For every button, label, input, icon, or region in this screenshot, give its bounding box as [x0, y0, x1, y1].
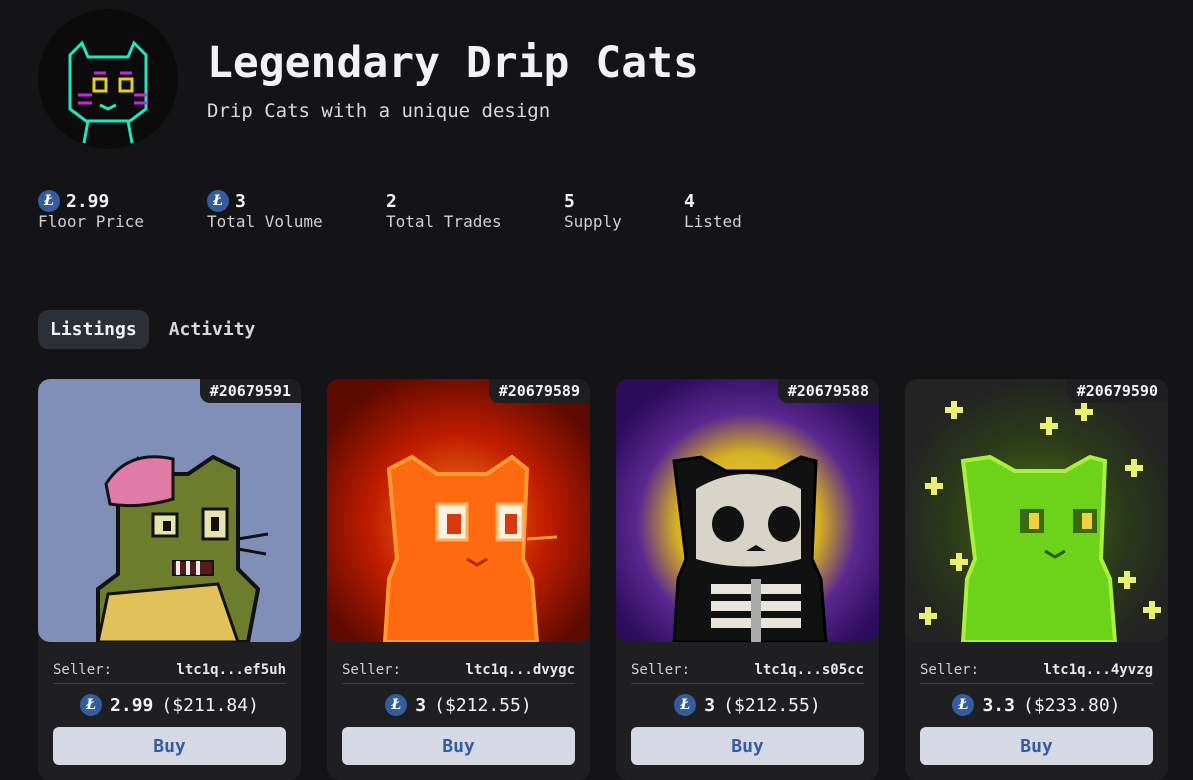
- listing-card[interactable]: #20679588 Seller: ltc1q...s05cc Ł 3 ($21…: [616, 379, 879, 780]
- litecoin-icon: Ł: [674, 694, 697, 716]
- stat-supply: 5 Supply: [564, 190, 622, 232]
- seller-row: Seller: ltc1q...s05cc: [631, 657, 864, 684]
- seller-address[interactable]: ltc1q...s05cc: [754, 662, 864, 678]
- litecoin-icon: Ł: [207, 190, 229, 212]
- stat-value: 3: [235, 190, 246, 212]
- page-subtitle: Drip Cats with a unique design: [207, 100, 551, 122]
- fire-cat-icon: [327, 379, 590, 642]
- page-title: Legendary Drip Cats: [207, 38, 699, 88]
- stat-value: 2.99: [66, 190, 110, 212]
- tab-activity[interactable]: Activity: [157, 310, 268, 349]
- collection-avatar: [38, 9, 178, 149]
- stat-label: Listed: [684, 212, 742, 231]
- inscription-id: #20679589: [488, 379, 590, 403]
- seller-row: Seller: ltc1q...dvygc: [342, 657, 575, 684]
- litecoin-icon: Ł: [385, 694, 408, 716]
- inscription-id: #20679588: [777, 379, 879, 403]
- price-ltc: 3: [415, 694, 427, 716]
- stat-value: 4: [684, 190, 695, 212]
- litecoin-icon: Ł: [80, 694, 103, 716]
- seller-address[interactable]: ltc1q...dvygc: [465, 662, 575, 678]
- price-usd: ($212.55): [723, 694, 821, 716]
- price-row: Ł 2.99 ($211.84): [38, 694, 301, 716]
- nft-image[interactable]: [616, 379, 879, 642]
- nft-image[interactable]: [905, 379, 1168, 642]
- price-usd: ($212.55): [434, 694, 532, 716]
- stat-total-trades: 2 Total Trades: [386, 190, 502, 232]
- price-ltc: 2.99: [110, 694, 154, 716]
- price-row: Ł 3.3 ($233.80): [905, 694, 1168, 716]
- buy-button[interactable]: Buy: [53, 727, 286, 765]
- nft-image[interactable]: [38, 379, 301, 642]
- price-ltc: 3.3: [982, 694, 1015, 716]
- inscription-id: #20679590: [1066, 379, 1168, 403]
- listing-card[interactable]: #20679591 Seller: ltc1q...ef5uh Ł 2.99 (…: [38, 379, 301, 780]
- buy-button[interactable]: Buy: [920, 727, 1153, 765]
- price-usd: ($211.84): [161, 694, 259, 716]
- stat-label: Total Volume: [207, 212, 323, 231]
- stat-label: Floor Price: [38, 212, 144, 231]
- stat-listed: 4 Listed: [684, 190, 742, 232]
- litecoin-icon: Ł: [952, 694, 975, 716]
- listing-card[interactable]: #20679589 Seller: ltc1q...dvygc Ł 3 ($21…: [327, 379, 590, 780]
- price-ltc: 3: [704, 694, 716, 716]
- buy-button[interactable]: Buy: [631, 727, 864, 765]
- price-usd: ($233.80): [1022, 694, 1121, 716]
- seller-label: Seller:: [342, 662, 402, 678]
- tab-bar: Listings Activity: [38, 310, 267, 349]
- seller-label: Seller:: [631, 662, 691, 678]
- buy-button[interactable]: Buy: [342, 727, 575, 765]
- price-row: Ł 3 ($212.55): [327, 694, 590, 716]
- tab-listings[interactable]: Listings: [38, 310, 149, 349]
- stat-label: Total Trades: [386, 212, 502, 231]
- zombie-cat-icon: [38, 379, 301, 642]
- seller-address[interactable]: ltc1q...ef5uh: [176, 662, 286, 678]
- seller-row: Seller: ltc1q...4yvzg: [920, 657, 1153, 684]
- stat-floor-price: Ł 2.99 Floor Price: [38, 190, 144, 231]
- nft-image[interactable]: [327, 379, 590, 642]
- inscription-id: #20679591: [199, 379, 301, 403]
- stat-value: 5: [564, 190, 575, 212]
- seller-address[interactable]: ltc1q...4yvzg: [1043, 662, 1153, 678]
- stat-label: Supply: [564, 212, 622, 231]
- seller-label: Seller:: [920, 662, 980, 678]
- seller-row: Seller: ltc1q...ef5uh: [53, 657, 286, 684]
- toxic-cat-icon: [905, 379, 1168, 642]
- neon-cat-icon: [68, 40, 148, 144]
- skeleton-cat-icon: [616, 379, 879, 642]
- stat-value: 2: [386, 190, 397, 212]
- stat-total-volume: Ł3 Total Volume: [207, 190, 323, 231]
- price-row: Ł 3 ($212.55): [616, 694, 879, 716]
- listing-card[interactable]: #20679590 Seller: ltc1q...4yvzg Ł 3.3 ($…: [905, 379, 1168, 780]
- seller-label: Seller:: [53, 662, 113, 678]
- litecoin-icon: Ł: [38, 190, 60, 212]
